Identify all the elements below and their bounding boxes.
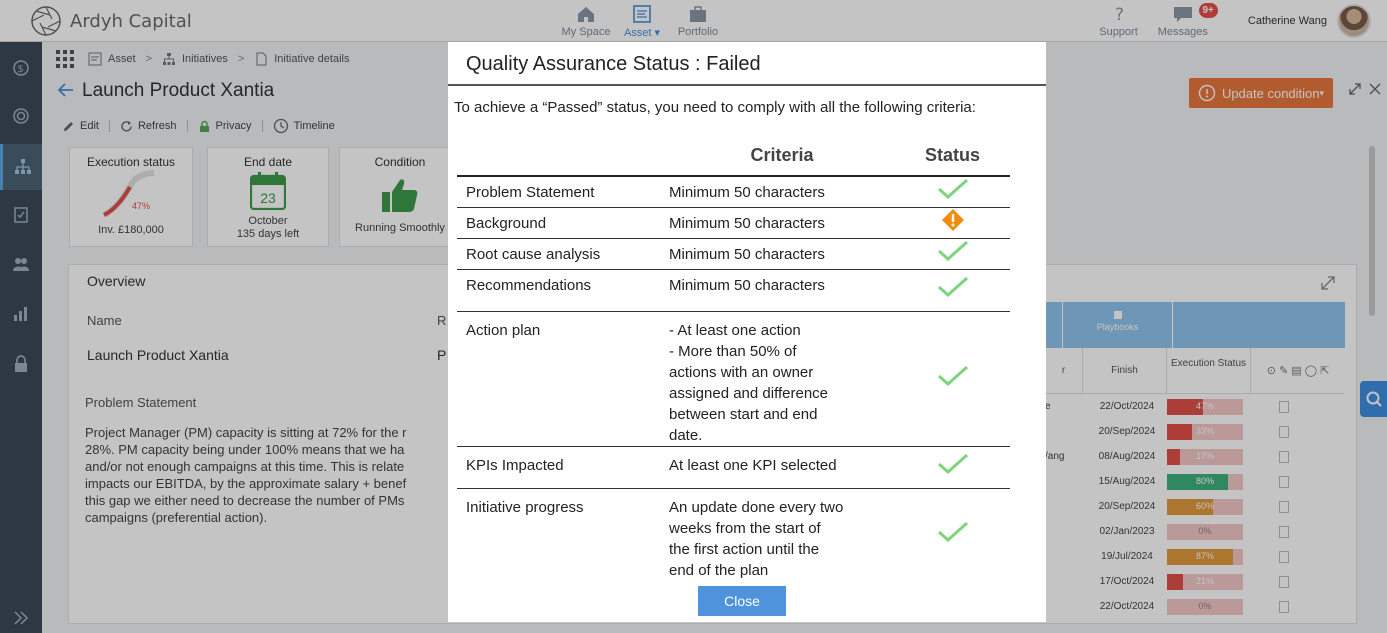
close-button[interactable]: Close <box>698 586 786 616</box>
criteria-row: Action plan - At least one action - More … <box>457 310 1010 446</box>
warning-diamond-icon <box>941 208 964 231</box>
criteria-status <box>895 206 1010 238</box>
checkmark-icon <box>937 522 968 543</box>
criteria-item-name: Initiative progress <box>457 487 669 582</box>
criteria-item-name: Problem Statement <box>457 175 669 207</box>
criteria-requirement: Minimum 50 characters <box>669 268 895 311</box>
criteria-status <box>895 445 1010 488</box>
checkmark-icon <box>937 178 968 199</box>
criteria-requirement: An update done every two weeks from the … <box>669 487 895 582</box>
criteria-row: Problem Statement Minimum 50 characters <box>457 175 1010 207</box>
criteria-row: Initiative progress An update done every … <box>457 487 1010 582</box>
criteria-requirement: Minimum 50 characters <box>669 237 895 269</box>
criteria-status <box>895 268 1010 311</box>
checkmark-icon <box>937 453 968 475</box>
criteria-row: Root cause analysis Minimum 50 characters <box>457 237 1010 269</box>
col-status: Status <box>924 145 980 165</box>
criteria-requirement: - At least one action - More than 50% of… <box>669 310 895 446</box>
criteria-item-name: Recommendations <box>457 268 669 311</box>
checkmark-icon <box>937 240 968 261</box>
criteria-table: Criteria Status Problem Statement Minimum… <box>457 136 1010 582</box>
criteria-item-name: Background <box>457 206 669 238</box>
criteria-rows: Problem Statement Minimum 50 characters Ba… <box>457 175 1010 582</box>
criteria-item-name: Action plan <box>457 310 669 446</box>
criteria-status <box>895 175 1010 207</box>
modal-title: Quality Assurance Status : Failed <box>466 53 761 75</box>
modal-title-divider <box>448 84 1046 86</box>
col-criteria: Criteria <box>750 145 814 165</box>
criteria-row: Recommendations Minimum 50 characters <box>457 268 1010 311</box>
col-item <box>457 136 669 176</box>
criteria-item-name: Root cause analysis <box>457 237 669 269</box>
checkmark-icon <box>937 365 968 386</box>
criteria-requirement: Minimum 50 characters <box>669 206 895 238</box>
criteria-requirement: At least one KPI selected <box>669 445 895 488</box>
modal-intro: To achieve a “Passed” status, you need t… <box>454 99 976 116</box>
criteria-requirement: Minimum 50 characters <box>669 175 895 207</box>
criteria-row: Background Minimum 50 characters <box>457 206 1010 238</box>
checkmark-icon <box>937 276 968 298</box>
criteria-item-name: KPIs Impacted <box>457 445 669 488</box>
qa-status-modal: Quality Assurance Status : Failed To ach… <box>448 42 1046 622</box>
criteria-status <box>895 310 1010 446</box>
criteria-status <box>895 237 1010 269</box>
criteria-status <box>895 487 1010 582</box>
criteria-row: KPIs Impacted At least one KPI selected <box>457 445 1010 488</box>
